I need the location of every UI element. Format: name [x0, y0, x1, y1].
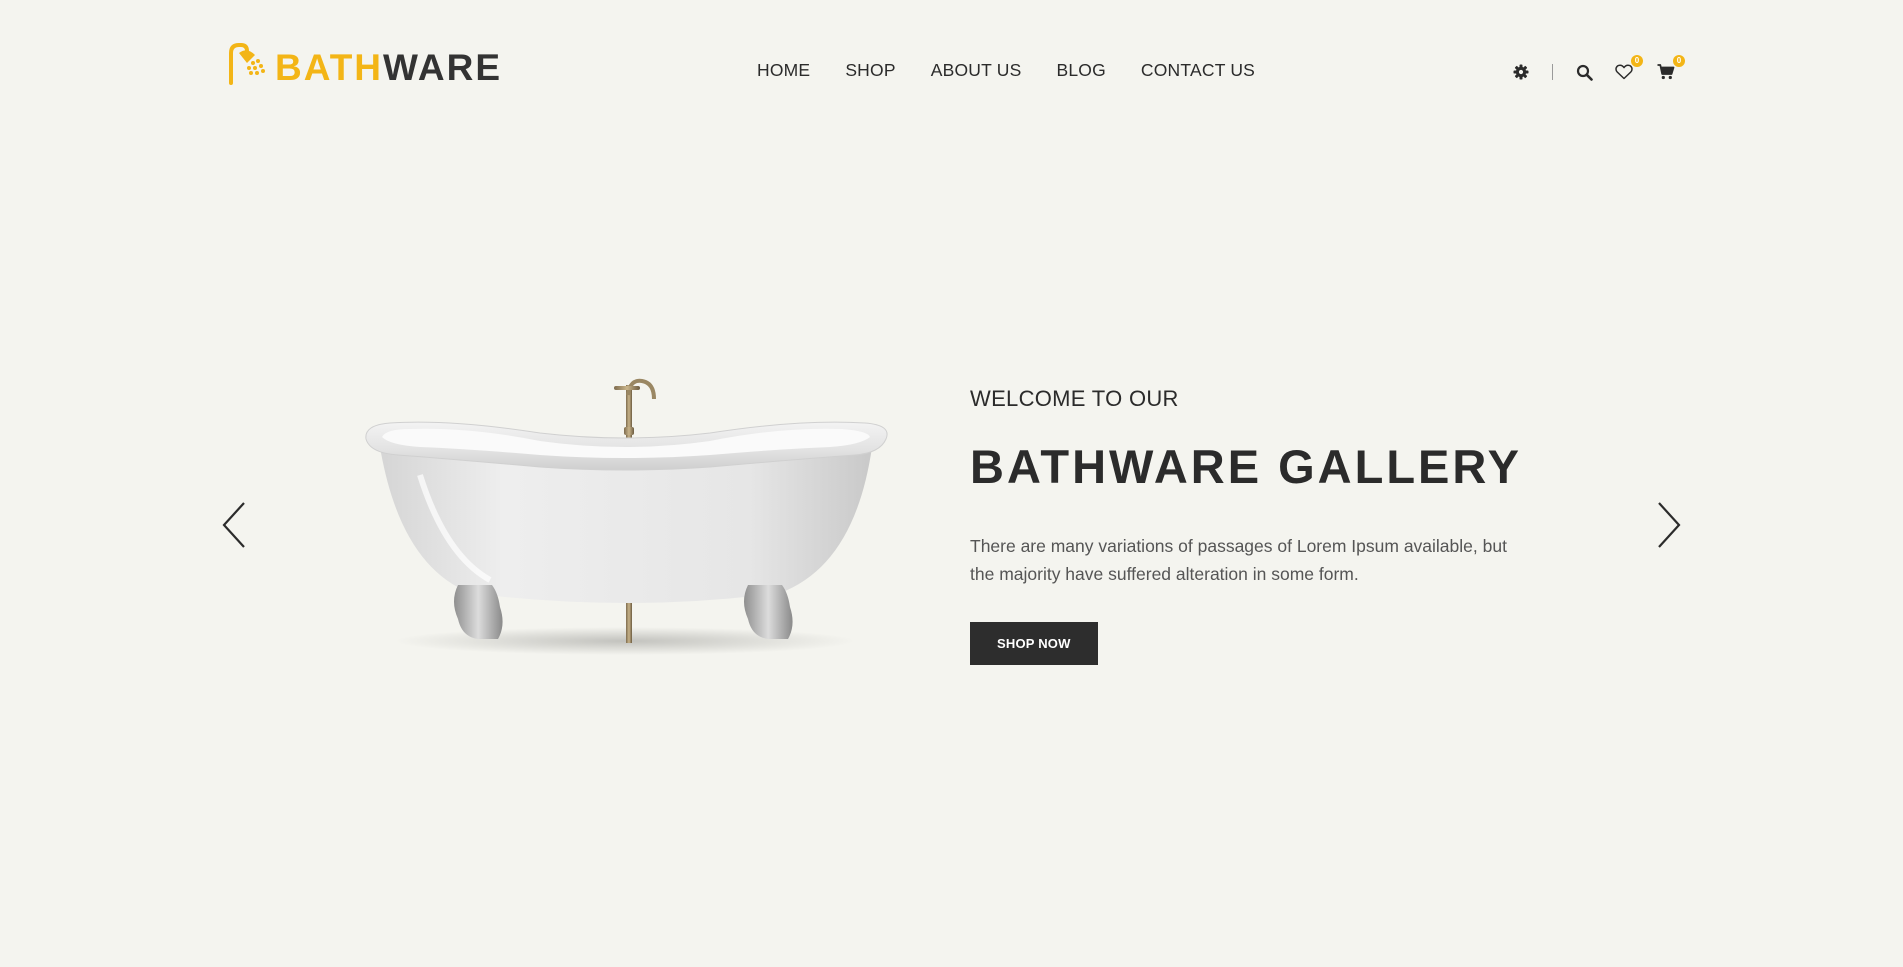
- nav-item-home[interactable]: HOME: [757, 60, 810, 81]
- hero-headline: BATHWARE GALLERY: [970, 440, 1522, 493]
- brand-name-part1: BATH: [275, 46, 384, 88]
- hero-content: WELCOME TO OUR BATHWARE GALLERY There ar…: [970, 386, 1530, 665]
- brand-logo[interactable]: BATHWARE: [225, 38, 502, 88]
- header-actions: 0 0: [1510, 55, 1685, 84]
- cart-button[interactable]: 0: [1655, 55, 1685, 83]
- clawfoot-bathtub-image: [360, 375, 890, 675]
- gear-icon: [1513, 64, 1529, 80]
- slider-prev-button[interactable]: [220, 500, 250, 550]
- brand-name-part2: WARE: [383, 46, 503, 88]
- nav-item-contact-us[interactable]: CONTACT US: [1141, 60, 1255, 81]
- header-divider: [1552, 64, 1553, 80]
- heart-icon: [1615, 64, 1633, 80]
- chevron-right-icon: [1658, 502, 1681, 548]
- page: BATHWARE HOME SHOP ABOUT US BLOG CONTACT…: [0, 0, 1903, 967]
- shower-head-icon: [229, 43, 265, 85]
- wishlist-button[interactable]: 0: [1613, 55, 1643, 83]
- search-icon: [1576, 64, 1593, 81]
- nav-item-about-us[interactable]: ABOUT US: [931, 60, 1022, 81]
- cart-icon: [1657, 64, 1675, 80]
- slider-next-button[interactable]: [1653, 500, 1683, 550]
- hero-kicker: WELCOME TO OUR: [970, 386, 1179, 411]
- bathtub-illustration: [365, 378, 888, 655]
- hero-slider: WELCOME TO OUR BATHWARE GALLERY There ar…: [0, 140, 1903, 967]
- wishlist-count-badge: 0: [1631, 55, 1643, 67]
- main-nav: HOME SHOP ABOUT US BLOG CONTACT US: [757, 60, 1290, 81]
- nav-item-blog[interactable]: BLOG: [1056, 60, 1105, 81]
- cart-count-badge: 0: [1673, 55, 1685, 67]
- brand-name: BATHWARE: [275, 49, 502, 86]
- shop-now-button[interactable]: SHOP NOW: [970, 622, 1098, 665]
- hero-description: There are many variations of passages of…: [970, 536, 1507, 584]
- chevron-left-icon: [222, 502, 245, 548]
- site-header: BATHWARE HOME SHOP ABOUT US BLOG CONTACT…: [0, 0, 1903, 140]
- search-button[interactable]: [1573, 61, 1595, 83]
- settings-button[interactable]: [1510, 61, 1532, 83]
- nav-item-shop[interactable]: SHOP: [845, 60, 895, 81]
